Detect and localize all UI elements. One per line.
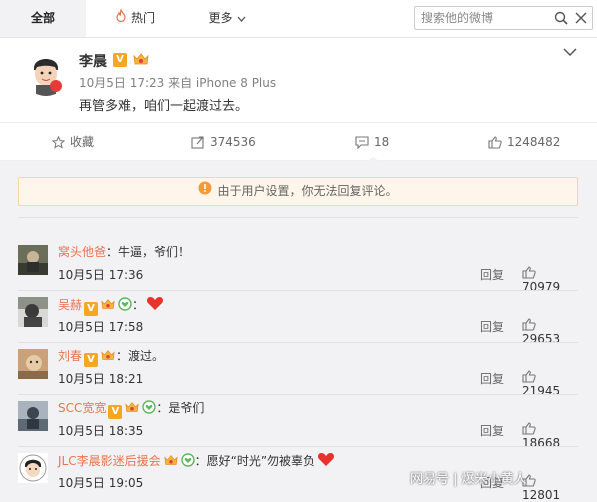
heart-emoji-icon <box>146 295 164 314</box>
commenter-name[interactable]: 吴赫 <box>58 298 82 312</box>
comment-item: 吴赫 V： 10月5日 17:58 回复 29653 <box>18 291 578 346</box>
flame-icon <box>115 0 127 37</box>
chevron-down-icon[interactable] <box>563 46 577 60</box>
comment-text: 是爷们 <box>168 401 205 415</box>
reply-button[interactable]: 回复 <box>480 370 504 387</box>
member-crown-icon <box>163 453 179 470</box>
comment-section: 由于用户设置，你无法回复评论。 窝头他爸：牛逼，爷们！ 10月5日 17:36 … <box>0 161 597 502</box>
comment-text: 渡过。 <box>128 349 165 363</box>
comment-time: 10月5日 17:36 <box>58 268 144 282</box>
commenter-avatar[interactable] <box>18 401 48 431</box>
comment-time: 10月5日 18:21 <box>58 372 144 386</box>
commenter-name[interactable]: 窝头他爸 <box>58 245 106 259</box>
comment-item: 窝头他爸：牛逼，爷们！ 10月5日 17:36 回复 70979 <box>18 239 578 294</box>
commenter-avatar[interactable] <box>18 297 48 327</box>
tab-all-label: 全部 <box>30 11 55 25</box>
member-crown-icon <box>100 348 116 365</box>
heart-emoji-icon <box>317 451 335 470</box>
author-name[interactable]: 李晨 <box>79 51 107 71</box>
filter-tab-bar: 全部 热门 更多 <box>0 0 597 38</box>
heart-badge-icon <box>118 297 132 314</box>
post-meta: 10月5日 17:23 来自 iPhone 8 Plus <box>79 76 277 90</box>
author-avatar[interactable] <box>22 48 70 96</box>
comment-separator: ： <box>116 349 129 363</box>
comment-separator: ： <box>106 245 119 259</box>
comment-separator: ： <box>194 454 207 468</box>
comment-text: 愿好“时光”勿被辜负 <box>206 454 316 468</box>
comment-separator: ： <box>132 298 145 312</box>
tab-more[interactable]: 更多 <box>192 0 262 37</box>
warning-icon <box>198 178 212 205</box>
comment-text: 牛逼，爷们！ <box>118 245 191 259</box>
star-icon <box>51 135 66 149</box>
verified-badge: V <box>84 302 99 316</box>
notice-text: 由于用户设置，你无法回复评论。 <box>217 184 398 198</box>
post-action-bar: 收藏 374536 18 1248482 <box>0 122 597 161</box>
favorite-button[interactable]: 收藏 <box>51 123 95 162</box>
reply-restriction-notice: 由于用户设置，你无法回复评论。 <box>18 177 578 206</box>
commenter-name[interactable]: 刘春 <box>58 349 82 363</box>
like-count: 1248482 <box>507 135 561 149</box>
verified-badge: V <box>84 353 99 367</box>
comment-separator: ： <box>156 401 169 415</box>
repost-button[interactable]: 374536 <box>191 123 256 162</box>
member-crown-icon <box>132 51 150 70</box>
verified-badge: V <box>113 53 127 67</box>
weibo-post: 李晨 V 10月5日 17:23 来自 iPhone 8 Plus 再管多难，咱… <box>0 38 597 122</box>
comment-count: 18 <box>374 135 390 149</box>
thumbs-up-icon <box>488 136 502 149</box>
search-icon[interactable] <box>553 10 569 29</box>
tab-more-label: 更多 <box>208 11 233 25</box>
thumbs-up-icon <box>522 318 536 331</box>
comment-time: 10月5日 19:05 <box>58 476 144 490</box>
member-crown-icon <box>124 400 140 417</box>
reply-button[interactable]: 回复 <box>480 266 504 283</box>
heart-badge-icon <box>142 400 157 417</box>
thumbs-up-icon <box>522 370 536 383</box>
caret-down-icon <box>237 0 246 37</box>
comment-item: 刘春 V ：渡过。 10月5日 18:21 回复 21945 <box>18 343 578 398</box>
comment-time: 10月5日 17:58 <box>58 320 144 334</box>
commenter-name[interactable]: JLC李晨影迷后援会 <box>58 454 161 468</box>
like-button[interactable]: 1248482 <box>488 123 560 162</box>
watermark: 网易号 | 爆米小黄人 <box>410 472 527 487</box>
verified-badge: V <box>108 405 123 419</box>
thumbs-up-icon <box>522 422 536 435</box>
comment-icon <box>355 136 369 150</box>
member-crown-icon <box>100 297 116 314</box>
divider <box>18 217 578 218</box>
post-text: 再管多难，咱们一起渡过去。 <box>79 99 249 114</box>
reply-button[interactable]: 回复 <box>480 318 504 335</box>
reply-button[interactable]: 回复 <box>480 422 504 439</box>
repost-count: 374536 <box>210 135 256 149</box>
tab-hot[interactable]: 热门 <box>100 0 170 37</box>
close-icon[interactable] <box>573 10 589 29</box>
commenter-avatar[interactable] <box>18 453 48 483</box>
commenter-avatar[interactable] <box>18 349 48 379</box>
search-input[interactable] <box>421 9 549 27</box>
search-box <box>414 6 593 30</box>
repost-icon <box>191 136 204 149</box>
thumbs-up-icon <box>522 266 536 279</box>
favorite-label: 收藏 <box>70 135 95 149</box>
tab-all[interactable]: 全部 <box>0 0 86 37</box>
comment-item: SCC宽宽 V ：是爷们 10月5日 18:35 回复 18668 <box>18 395 578 450</box>
commenter-avatar[interactable] <box>18 245 48 275</box>
comment-time: 10月5日 18:35 <box>58 424 144 438</box>
heart-badge-icon <box>180 453 195 470</box>
weibo-page: 全部 热门 更多 搜索他的微博 李晨 V 10月5日 17:23 来自 iPho… <box>0 0 597 502</box>
tab-hot-label: 热门 <box>130 11 155 25</box>
commenter-name[interactable]: SCC宽宽 <box>58 401 106 415</box>
